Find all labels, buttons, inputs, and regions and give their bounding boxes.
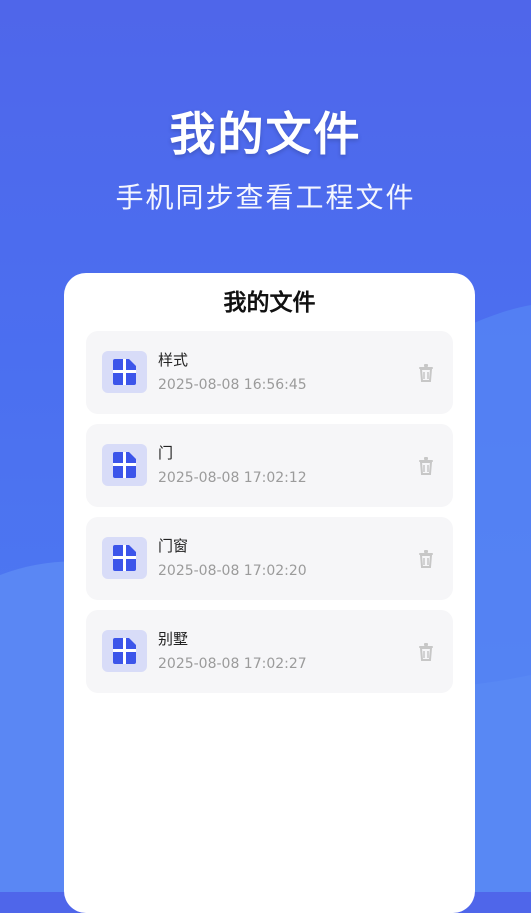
file-name: 门窗 <box>158 537 189 555</box>
delete-button[interactable] <box>415 548 437 570</box>
blueprint-file-icon <box>102 630 147 672</box>
file-name: 样式 <box>158 351 189 369</box>
file-time: 2025-08-08 17:02:20 <box>158 563 307 579</box>
blueprint-file-icon <box>102 537 147 579</box>
hero-title: 我的文件 <box>169 107 362 161</box>
delete-button[interactable] <box>415 362 437 384</box>
file-list: 样式 2025-08-08 16:56:45 门 2025-08-08 17:0… <box>86 331 453 703</box>
files-card: 我的文件 样式 2025-08-08 16:56:45 门 2025-08-08… <box>64 273 475 913</box>
file-item[interactable]: 门 2025-08-08 17:02:12 <box>86 424 453 507</box>
file-time: 2025-08-08 16:56:45 <box>158 377 307 393</box>
card-title: 我的文件 <box>223 290 316 316</box>
hero-subtitle: 手机同步查看工程文件 <box>115 181 416 214</box>
file-item[interactable]: 门窗 2025-08-08 17:02:20 <box>86 517 453 600</box>
blueprint-file-icon <box>102 444 147 486</box>
trash-icon <box>419 643 433 661</box>
file-name: 门 <box>158 444 174 462</box>
trash-icon <box>419 364 433 382</box>
file-name: 别墅 <box>158 630 189 648</box>
blueprint-file-icon <box>102 351 147 393</box>
file-time: 2025-08-08 17:02:27 <box>158 656 307 672</box>
delete-button[interactable] <box>415 455 437 477</box>
trash-icon <box>419 550 433 568</box>
trash-icon <box>419 457 433 475</box>
file-time: 2025-08-08 17:02:12 <box>158 470 307 486</box>
delete-button[interactable] <box>415 641 437 663</box>
file-item[interactable]: 别墅 2025-08-08 17:02:27 <box>86 610 453 693</box>
file-item[interactable]: 样式 2025-08-08 16:56:45 <box>86 331 453 414</box>
